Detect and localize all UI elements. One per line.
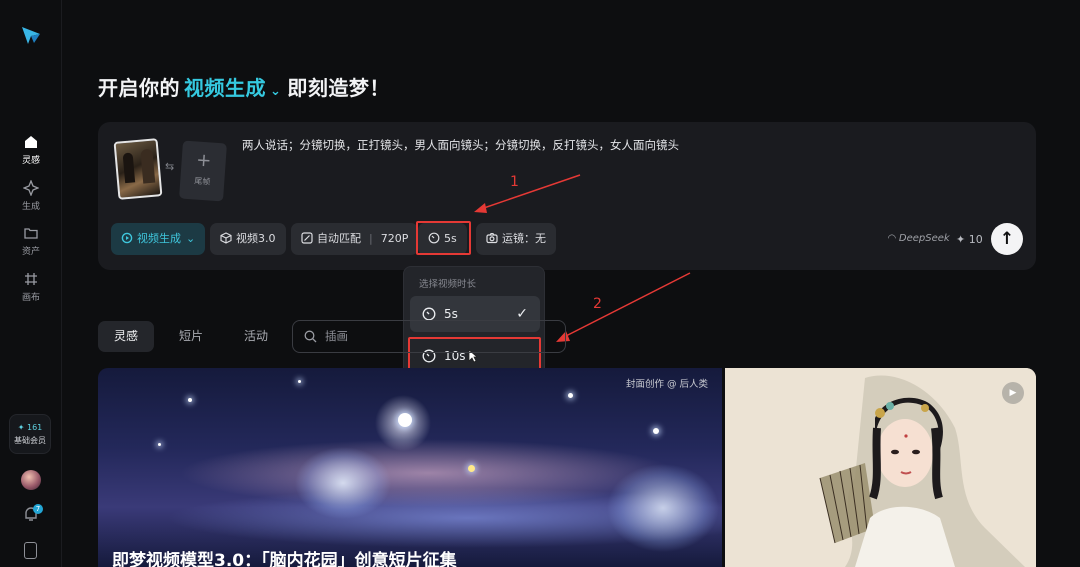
annotation-arrow-2: [556, 272, 691, 342]
chevron-down-icon[interactable]: ⌄: [270, 84, 281, 99]
ratio-label: 自动匹配: [317, 232, 361, 245]
search-placeholder: 插画: [325, 329, 348, 343]
logo-icon[interactable]: [20, 24, 42, 46]
mobile-icon[interactable]: [24, 542, 37, 559]
portrait-illustration: [725, 368, 1036, 567]
card-author-tag: 封面创作 @ 后人类: [625, 379, 708, 390]
canvas-icon: [25, 273, 37, 285]
title-suffix: 即刻造梦！: [287, 76, 390, 100]
sidebar-item-assets[interactable]: 资产: [0, 225, 62, 257]
sidebar: 灵感 生成 资产 画布 ✦ 161 基础会员 7: [0, 0, 62, 567]
tab-events[interactable]: 活动: [228, 321, 284, 352]
mode-switch[interactable]: 视频生成: [184, 76, 266, 100]
avatar[interactable]: [21, 470, 41, 490]
star-decoration: [468, 465, 475, 472]
sidebar-item-inspiration[interactable]: 灵感: [0, 134, 62, 166]
sidebar-item-generate[interactable]: 生成: [0, 180, 62, 212]
star-decoration: [398, 413, 412, 427]
chevron-down-icon: ⌄: [186, 232, 196, 245]
annotation-step-1: 1: [510, 174, 519, 190]
star-decoration: [158, 443, 161, 446]
swap-icon[interactable]: ⇆: [165, 160, 174, 173]
feed-card-galaxy[interactable]: 封面创作 @ 后人类 即梦视频模型3.0：「脑内花园」创意短片征集: [98, 368, 722, 567]
play-icon[interactable]: ▶: [1002, 382, 1024, 404]
model-selector[interactable]: 视频3.0: [210, 223, 286, 255]
dropdown-title: 选择视频时长: [419, 279, 477, 290]
title-prefix: 开启你的: [98, 76, 180, 100]
credit-cost: ✦ 10: [956, 233, 983, 246]
membership-badge[interactable]: ✦ 161 基础会员: [9, 414, 51, 454]
tab-shorts[interactable]: 短片: [164, 321, 218, 352]
home-icon: [25, 136, 37, 148]
search-icon: [304, 330, 317, 343]
star-decoration: [653, 428, 659, 434]
card-title: 即梦视频模型3.0：「脑内花园」创意短片征集: [112, 551, 457, 567]
camera-motion-selector[interactable]: 运镜：无: [476, 223, 556, 255]
end-frame-label: 尾帧: [193, 176, 211, 187]
mode-selector-label: 视频生成: [137, 232, 181, 245]
page-title: 开启你的 视频生成 ⌄ 即刻造梦！: [98, 72, 390, 101]
sidebar-item-canvas[interactable]: 画布: [0, 271, 62, 303]
membership-label: 基础会员: [14, 436, 46, 445]
star-decoration: [188, 398, 192, 402]
start-frame-thumbnail[interactable]: [113, 138, 163, 200]
prompt-input[interactable]: 两人说话；分镜切换，正打镜头，男人面向镜头；分镜切换，反打镜头，女人面向镜头: [242, 137, 679, 153]
deepseek-label: DeepSeek: [898, 233, 950, 244]
sparkle-icon: [23, 180, 39, 196]
star-decoration: [298, 380, 301, 383]
arrow-up-icon: ↑: [999, 229, 1015, 249]
deepseek-icon: ◠: [888, 233, 899, 244]
mode-selector[interactable]: 视频生成 ⌄: [111, 223, 206, 255]
sidebar-item-label: 画布: [21, 293, 40, 303]
video-mode-icon: [121, 232, 133, 244]
aspect-ratio-icon: [301, 232, 313, 244]
resolution-label: 720P: [380, 232, 409, 245]
folder-icon: [24, 228, 38, 239]
submit-button[interactable]: ↑: [991, 223, 1023, 255]
highlight-box-duration: [416, 221, 471, 255]
end-frame-upload[interactable]: + 尾帧: [179, 140, 227, 202]
star-decoration: [568, 393, 573, 398]
sidebar-item-label: 生成: [21, 202, 40, 212]
camera-icon: [486, 232, 498, 244]
sidebar-item-label: 资产: [21, 247, 40, 257]
deepseek-toggle[interactable]: ◠ DeepSeek: [888, 233, 950, 244]
membership-points: ✦ 161: [17, 423, 43, 432]
clock-icon: [422, 307, 436, 321]
tab-inspiration[interactable]: 灵感: [98, 321, 154, 352]
annotation-arrow-1: [474, 174, 581, 213]
cube-icon: [220, 232, 232, 244]
search-input[interactable]: 插画: [292, 320, 566, 353]
notification-badge: 7: [33, 504, 43, 514]
duration-option-label: 5s: [444, 307, 458, 321]
camera-motion-label: 运镜：无: [502, 232, 546, 245]
model-label: 视频3.0: [236, 232, 276, 245]
plus-icon: +: [195, 149, 212, 172]
feed-card-portrait[interactable]: ▶: [725, 368, 1036, 567]
divider: |: [369, 232, 373, 245]
sidebar-item-label: 灵感: [21, 156, 40, 166]
annotation-step-2: 2: [593, 296, 602, 312]
ratio-resolution-selector[interactable]: 自动匹配 | 720P: [291, 223, 419, 255]
